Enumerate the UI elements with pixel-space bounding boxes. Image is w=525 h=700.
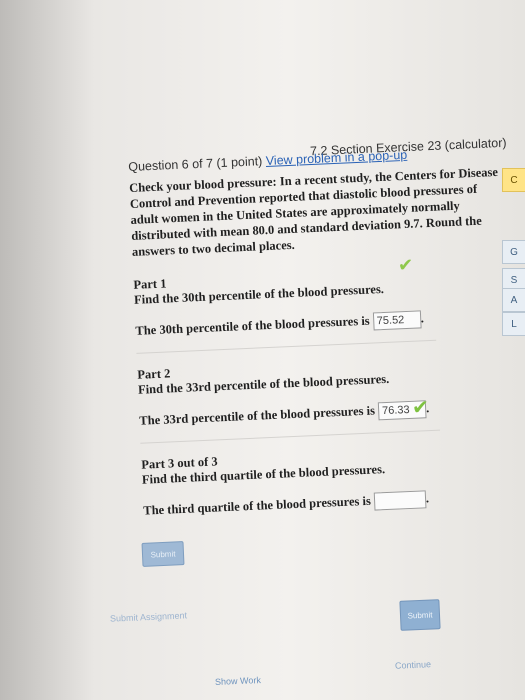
submit-button-right[interactable]: Submit xyxy=(399,599,441,631)
part-1-divider xyxy=(136,339,437,354)
part-1-answer-line: The 30th percentile of the blood pressur… xyxy=(135,310,425,338)
show-work-link[interactable]: Show Work xyxy=(215,675,261,687)
part-2-answer-prefix: The 33rd percentile of the blood pressur… xyxy=(139,403,376,428)
sidebar-tab-g[interactable]: G xyxy=(502,240,525,264)
part-2-answer-line: The 33rd percentile of the blood pressur… xyxy=(139,400,430,428)
part-1: Part 1 Find the 30th percentile of the b… xyxy=(133,262,506,354)
part-1-answer-prefix: The 30th percentile of the blood pressur… xyxy=(135,313,370,338)
check-icon: ✔ xyxy=(412,395,429,419)
part-1-answer-field[interactable]: 75.52 xyxy=(372,310,422,331)
submit-button[interactable]: Submit xyxy=(141,541,185,567)
sidebar-tab-c[interactable]: C xyxy=(502,168,525,192)
part-2-divider xyxy=(140,429,441,444)
continue-link[interactable]: Continue xyxy=(395,659,431,671)
part-3-answer-field[interactable] xyxy=(373,490,427,511)
part-2: Part 2 Find the 33rd percentile of the b… xyxy=(137,352,510,444)
sidebar-tab-a[interactable]: A xyxy=(502,288,525,312)
question-content: Question 6 of 7 (1 point) View problem i… xyxy=(128,144,513,521)
problem-text: Check your blood pressure: In a recent s… xyxy=(128,164,499,259)
check-icon: ✔ xyxy=(398,255,414,276)
